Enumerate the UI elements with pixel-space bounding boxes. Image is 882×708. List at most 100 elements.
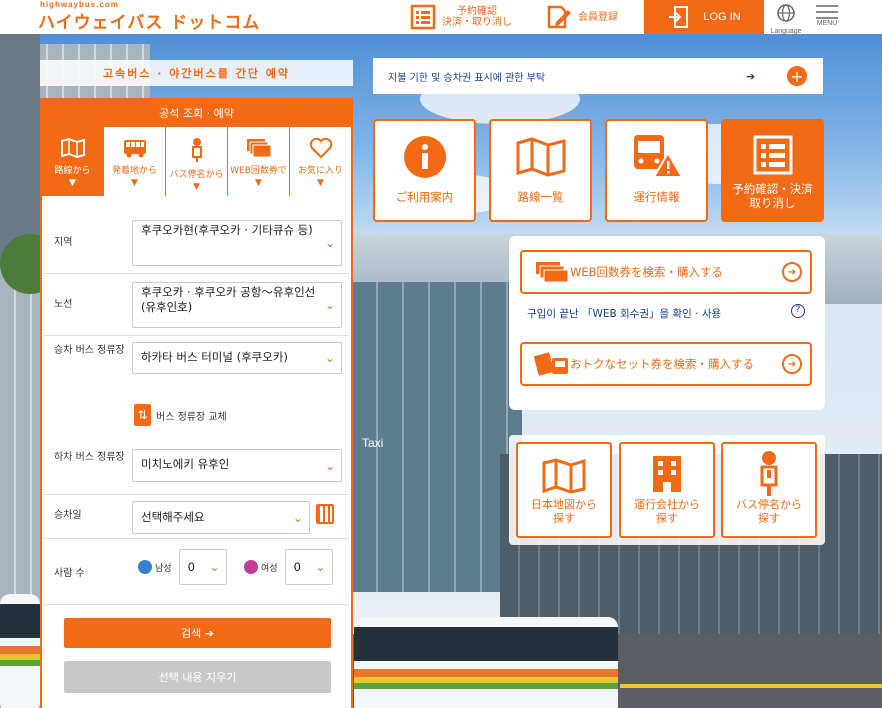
notice-text: 지불 기한 및 승차권 표시에 관한 부탁 (388, 72, 546, 84)
route-list-tile[interactable]: 路線一覧 (489, 119, 592, 222)
route-label: 노선 (54, 299, 73, 310)
help-icon[interactable]: ? (791, 304, 805, 318)
male-label: 남성 (155, 563, 172, 574)
reservation-check-tile[interactable]: 予約確認・決済 取り消し (721, 119, 824, 222)
boarding-select[interactable]: 하카타 버스 터미널 (후쿠오카) ⌄ (132, 342, 342, 374)
people-label: 사람 수 (54, 568, 85, 579)
bus-icon (123, 140, 146, 158)
chevron-down-icon: ⌄ (324, 298, 335, 312)
bus-stop-tile[interactable]: バス停名から 探す (721, 442, 817, 538)
tab-favorites-label: お気に入り (297, 166, 343, 176)
tab-origin-label: 発着地から (111, 166, 157, 176)
region-row: 지역 후쿠오카현(후쿠오카 · 기타큐슈 등) ⌄ (44, 196, 349, 274)
list-icon (410, 4, 436, 30)
web-ticket-search-button[interactable]: WEB回数券を検索・購入する ➔ (520, 250, 812, 294)
male-icon (138, 560, 152, 574)
route-select[interactable]: 후쿠오카 · 후쿠오카 공항～유후인선(유후인호) ⌄ (132, 282, 342, 328)
chevron-down-icon: ⌄ (292, 510, 303, 525)
member-register-link[interactable]: 会員登録 (546, 0, 618, 34)
usage-guide-label: ご利用案内 (395, 190, 454, 204)
tab-bus-stop[interactable]: バス停名から ▼ (166, 127, 227, 196)
tab-origin-destination[interactable]: 発着地から ▼ (104, 127, 165, 196)
chevron-down-icon: ⌄ (324, 458, 335, 473)
bus-warning-icon (633, 135, 684, 178)
boarding-value: 하카타 버스 터미널 (후쿠오카) (141, 350, 288, 364)
site-header: highwaybus.com ハイウェイバス ドットコム 予約確認 決済・取り消… (0, 0, 882, 35)
menu-button[interactable]: MENU (812, 0, 842, 34)
japan-map-tile[interactable]: 日本地図から 探す (516, 442, 612, 538)
female-label: 여성 (261, 563, 278, 574)
reservation-label-2: 決済・取り消し (442, 17, 512, 28)
boarding-label: 승차 버스 정류장 (54, 345, 125, 356)
date-select[interactable]: 선택해주세요 ⌄ (132, 501, 310, 534)
language-button[interactable]: Language (768, 0, 804, 35)
date-placeholder: 선택해주세요 (141, 510, 205, 524)
set-ticket-icon (534, 352, 568, 376)
operation-info-tile[interactable]: 運行情報 (605, 119, 708, 222)
globe-icon (777, 4, 795, 22)
tab-bus-stop-label: バス停名から (169, 170, 224, 180)
clear-selection-button[interactable]: 선택 내용 지우기 (64, 661, 331, 693)
tab-favorites[interactable]: お気に入り ▼ (290, 127, 351, 196)
region-value: 후쿠오카현(후쿠오카 · 기타큐슈 등) (141, 223, 313, 237)
chevron-down-icon: ⌄ (315, 560, 326, 574)
boarding-row: 승차 버스 정류장 하카타 버스 터미널 (후쿠오카) ⌄ (44, 336, 349, 450)
alighting-row: 하차 버스 정류장 미치노에키 유후인 ⌄ (44, 443, 349, 495)
tab-route-label: 路線から (54, 166, 91, 176)
alighting-value: 미치노에키 유후인 (141, 457, 230, 471)
edit-document-icon (547, 5, 571, 29)
hamburger-icon (812, 0, 842, 19)
catchphrase: 고속버스 · 야간버스를 간단 예약 (40, 60, 353, 86)
female-count-select[interactable]: 0 ⌄ (284, 549, 333, 585)
login-door-icon (669, 6, 689, 28)
route-row: 노선 후쿠오카 · 후쿠오카 공항～유후인선(유후인호) ⌄ (44, 274, 349, 336)
arrow-right-icon: ➔ (746, 69, 756, 83)
map-icon (60, 137, 85, 159)
region-label: 지역 (54, 237, 73, 248)
operation-info-label: 運行情報 (633, 190, 680, 204)
bus-stop-label: バス停名から 探す (736, 498, 802, 525)
ticket-icon (536, 262, 569, 283)
swap-stops-button[interactable]: ⇅ 버스 정류장 교체 (134, 404, 227, 426)
region-select[interactable]: 후쿠오카현(후쿠오카 · 기타큐슈 등) ⌄ (132, 220, 342, 266)
list-icon (753, 135, 792, 175)
set-ticket-search-button[interactable]: おトクなセット券を検索・購入する ➔ (520, 342, 812, 386)
login-button[interactable]: LOG IN (644, 0, 764, 34)
alighting-select[interactable]: 미치노에키 유후인 ⌄ (132, 449, 342, 482)
calendar-icon[interactable] (316, 504, 334, 524)
arrow-right-icon: ➔ (782, 354, 802, 374)
notice-bar[interactable]: 지불 기한 및 승차권 표시에 관한 부탁 ➔ + (373, 58, 823, 94)
web-ticket-note-link[interactable]: 구입이 끝난 「WEB 회수권」을 확인 · 사용 (527, 306, 721, 321)
operator-tile[interactable]: 運行会社から 探す (619, 442, 715, 538)
web-ticket-search-label: WEB回数券を検索・購入する (570, 265, 724, 279)
usage-guide-tile[interactable]: ご利用案内 (373, 119, 476, 222)
ticket-icon (246, 139, 271, 158)
reservation-check-label: 予約確認・決済 取り消し (732, 182, 813, 210)
alighting-label: 하차 버스 정류장 (54, 452, 125, 463)
panel-title: 공석 조회 · 예약 (42, 100, 351, 126)
map-icon (516, 137, 565, 177)
chevron-down-icon: ⌄ (324, 351, 335, 365)
female-count: 0 (293, 560, 301, 574)
male-count: 0 (187, 560, 195, 574)
bus-stop-icon (191, 138, 202, 162)
male-count-group: 남성 0 ⌄ (138, 549, 227, 585)
male-count-select[interactable]: 0 ⌄ (178, 549, 227, 585)
route-value: 후쿠오카 · 후쿠오카 공항～유후인선(유후인호) (141, 285, 316, 314)
plus-icon[interactable]: + (787, 66, 807, 86)
chevron-down-icon: ⌄ (209, 560, 220, 574)
arrow-right-icon: ➔ (782, 262, 802, 282)
menu-label: MENU (816, 20, 838, 27)
female-count-group: 여성 0 ⌄ (244, 549, 333, 585)
heart-icon (309, 137, 332, 159)
ticket-info-box: WEB回数券を検索・購入する ➔ 구입이 끝난 「WEB 회수권」을 확인 · … (509, 236, 825, 410)
search-button[interactable]: 검색 ➔ (64, 618, 331, 648)
swap-icon: ⇅ (134, 404, 151, 426)
site-logo[interactable]: ハイウェイバス ドットコム (38, 8, 260, 33)
tab-web-ticket[interactable]: WEB回数券で ▼ (228, 127, 289, 196)
search-tabs: 路線から ▼ 発着地から ▼ バス停名から ▼ WEB回数券で ▼ お気に入り … (42, 126, 351, 196)
reservation-check-link[interactable]: 予約確認 決済・取り消し (410, 0, 512, 34)
chevron-down-icon: ⌄ (324, 236, 335, 250)
tab-route[interactable]: 路線から ▼ (42, 127, 103, 196)
bus-stop-icon (760, 451, 778, 496)
